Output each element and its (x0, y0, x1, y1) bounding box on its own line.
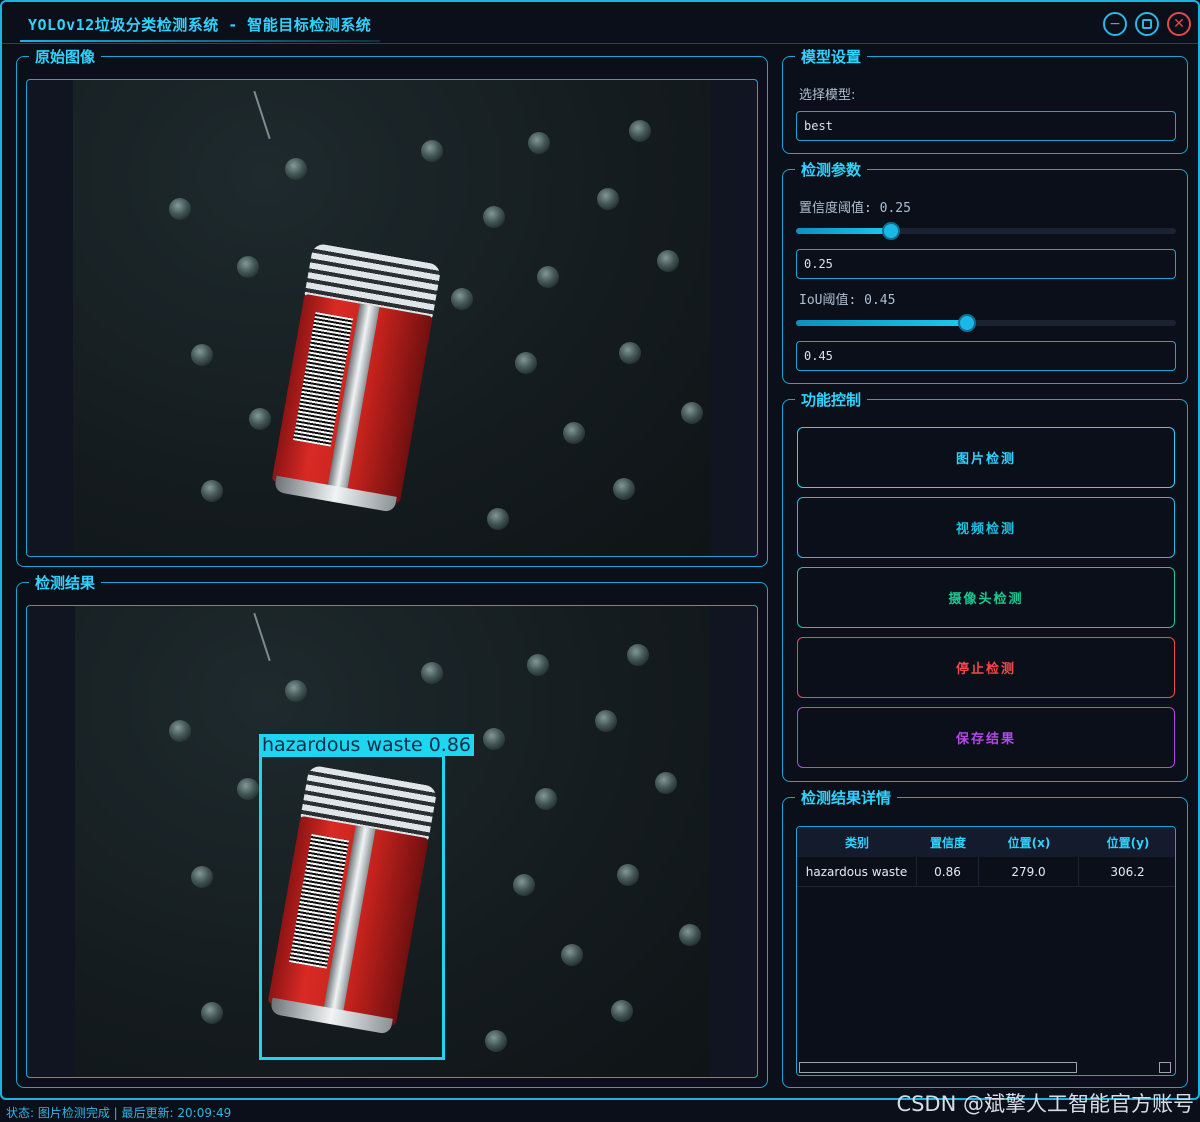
detection-params-title: 检测参数 (795, 159, 868, 180)
table-cell-class[interactable]: hazardous waste (797, 857, 917, 887)
detection-params-group: 检测参数 置信度阈值: 0.25 0.25 IoU阈值: 0.45 0.45 (782, 159, 1188, 384)
scrollbar-corner (1159, 1062, 1171, 1073)
watermark: CSDN @斌擎人工智能官方账号 (896, 1092, 1194, 1116)
table-cell-y[interactable]: 306.2 (1079, 857, 1175, 887)
image-detect-button[interactable]: 图片检测 (797, 427, 1175, 488)
function-control-title: 功能控制 (795, 389, 868, 410)
original-image (73, 80, 711, 556)
iou-slider-fill (796, 320, 967, 326)
model-settings-group: 模型设置 选择模型: best (782, 46, 1188, 154)
maximize-button[interactable] (1135, 12, 1159, 36)
detection-box (259, 754, 445, 1060)
maximize-icon (1142, 19, 1152, 29)
iou-slider-handle[interactable] (958, 314, 976, 332)
original-image-title: 原始图像 (29, 46, 102, 67)
battery-object (270, 242, 442, 513)
original-image-group: 原始图像 (16, 46, 768, 567)
confidence-slider-fill (796, 228, 891, 234)
column-header-class[interactable]: 类别 (797, 827, 917, 857)
camera-detect-button[interactable]: 摄像头检测 (797, 567, 1175, 628)
original-image-frame (26, 79, 758, 557)
title-underline (20, 40, 380, 42)
detection-results-table[interactable]: 类别 置信度 位置(x) 位置(y) hazardous waste 0.86 … (796, 826, 1176, 1076)
column-header-y[interactable]: 位置(y) (1079, 827, 1175, 857)
model-select[interactable]: best (796, 111, 1176, 141)
confidence-input[interactable]: 0.25 (796, 249, 1176, 279)
iou-input[interactable]: 0.45 (796, 341, 1176, 371)
iou-label: IoU阈值: 0.45 (799, 293, 896, 308)
confidence-slider[interactable] (796, 222, 1176, 240)
confidence-label: 置信度阈值: 0.25 (799, 201, 911, 216)
detection-details-title: 检测结果详情 (795, 787, 898, 808)
table-horizontal-scrollbar[interactable] (797, 1061, 1173, 1075)
result-image: hazardous waste 0.86 (75, 606, 709, 1077)
save-result-button[interactable]: 保存结果 (797, 707, 1175, 768)
close-button[interactable]: ✕ (1167, 12, 1191, 36)
window-title: YOLOv12垃圾分类检测系统 - 智能目标检测系统 (28, 16, 372, 34)
column-header-confidence[interactable]: 置信度 (917, 827, 979, 857)
result-image-title: 检测结果 (29, 572, 102, 593)
app-window: YOLOv12垃圾分类检测系统 - 智能目标检测系统 − ✕ 原始图像 检测结果… (0, 0, 1200, 1100)
confidence-slider-handle[interactable] (882, 222, 900, 240)
detection-details-group: 检测结果详情 类别 置信度 位置(x) 位置(y) hazardous wast… (782, 787, 1188, 1088)
model-select-label: 选择模型: (799, 88, 856, 103)
result-image-group: 检测结果 hazardous waste 0.86 (16, 572, 768, 1088)
table-cell-confidence[interactable]: 0.86 (917, 857, 979, 887)
function-control-group: 功能控制 图片检测 视频检测 摄像头检测 停止检测 保存结果 (782, 389, 1188, 782)
minimize-icon: − (1109, 16, 1121, 32)
column-header-x[interactable]: 位置(x) (979, 827, 1079, 857)
minimize-button[interactable]: − (1103, 12, 1127, 36)
iou-slider[interactable] (796, 314, 1176, 332)
model-settings-title: 模型设置 (795, 46, 868, 67)
close-icon: ✕ (1173, 16, 1185, 32)
stop-detect-button[interactable]: 停止检测 (797, 637, 1175, 698)
scrollbar-thumb[interactable] (799, 1062, 1077, 1073)
table-cell-x[interactable]: 279.0 (979, 857, 1079, 887)
video-detect-button[interactable]: 视频检测 (797, 497, 1175, 558)
result-image-frame: hazardous waste 0.86 (26, 605, 758, 1078)
title-bar[interactable]: YOLOv12垃圾分类检测系统 - 智能目标检测系统 − ✕ (2, 2, 1198, 44)
detection-label: hazardous waste 0.86 (259, 734, 475, 756)
